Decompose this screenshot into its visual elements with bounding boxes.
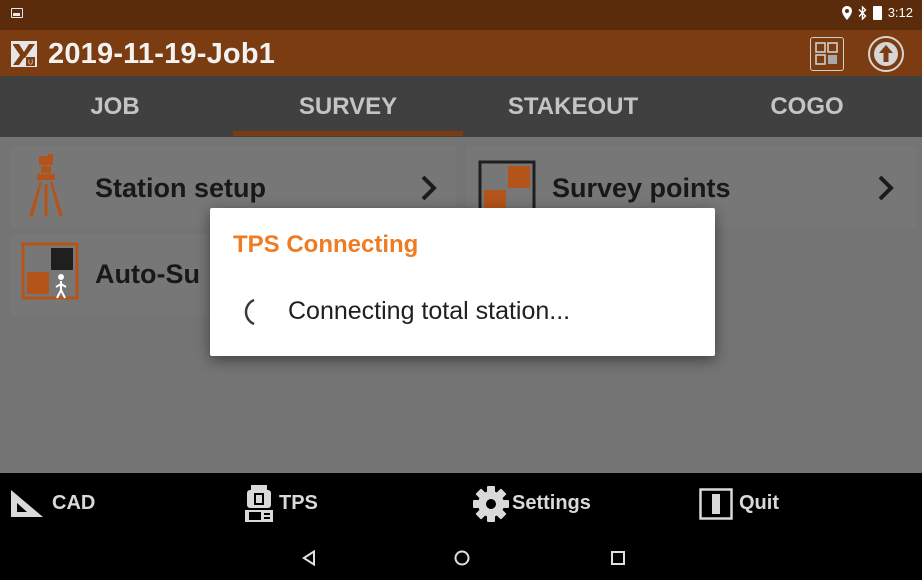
active-tab-indicator: [233, 131, 463, 136]
back-icon[interactable]: [302, 550, 316, 566]
tps-label: TPS: [279, 492, 318, 514]
app-bar: U 2019-11-19-Job1: [0, 30, 922, 76]
dialog-title: TPS Connecting: [233, 231, 419, 258]
total-station-icon: [245, 484, 273, 522]
status-bar: 3:12: [0, 0, 922, 30]
home-icon[interactable]: [454, 550, 470, 566]
quit-button[interactable]: Quit: [699, 473, 779, 534]
quit-label: Quit: [739, 492, 779, 514]
tab-cogo[interactable]: COGO: [692, 76, 922, 137]
gear-icon: [473, 485, 509, 522]
survey-points-label: Survey points: [552, 173, 731, 203]
tab-stakeout[interactable]: STAKEOUT: [458, 76, 688, 137]
settings-button[interactable]: Settings: [472, 473, 591, 534]
app-logo-icon[interactable]: U: [11, 41, 37, 67]
tab-job[interactable]: JOB: [0, 76, 230, 137]
loading-spinner-icon: [244, 298, 255, 326]
cad-label: CAD: [52, 492, 96, 514]
battery-icon: [872, 5, 882, 20]
auto-survey-label: Auto-Su: [95, 259, 200, 289]
tab-bar: JOB SURVEY STAKEOUT COGO: [0, 76, 922, 137]
cad-button[interactable]: CAD: [10, 473, 95, 534]
system-nav-bar: [0, 534, 922, 580]
settings-label: Settings: [512, 492, 591, 514]
image-icon: [11, 8, 23, 18]
auto-survey-icon: [21, 242, 79, 300]
station-setup-label: Station setup: [95, 173, 267, 203]
dialog-message: Connecting total station...: [288, 297, 571, 325]
svg-text:U: U: [28, 60, 33, 67]
tps-button[interactable]: TPS: [243, 473, 318, 534]
ruler-triangle-icon: [11, 489, 43, 517]
status-time: 3:12: [887, 5, 913, 20]
tab-survey[interactable]: SURVEY: [233, 76, 463, 137]
upload-globe-icon[interactable]: [866, 35, 906, 73]
chevron-right-icon: [878, 175, 894, 201]
grid-code-icon[interactable]: [810, 37, 844, 71]
status-icons: 3:12: [841, 5, 913, 20]
tps-connecting-dialog: TPS Connecting Connecting total station.…: [210, 208, 715, 356]
location-icon: [841, 5, 852, 20]
tripod-icon: [29, 154, 63, 216]
bluetooth-icon: [858, 5, 867, 20]
job-title: 2019-11-19-Job1: [48, 38, 276, 70]
recents-icon[interactable]: [611, 551, 625, 565]
bottom-bar: CAD TPS Settings Quit: [0, 473, 922, 534]
quit-icon: [699, 487, 733, 520]
chevron-right-icon: [421, 175, 437, 201]
